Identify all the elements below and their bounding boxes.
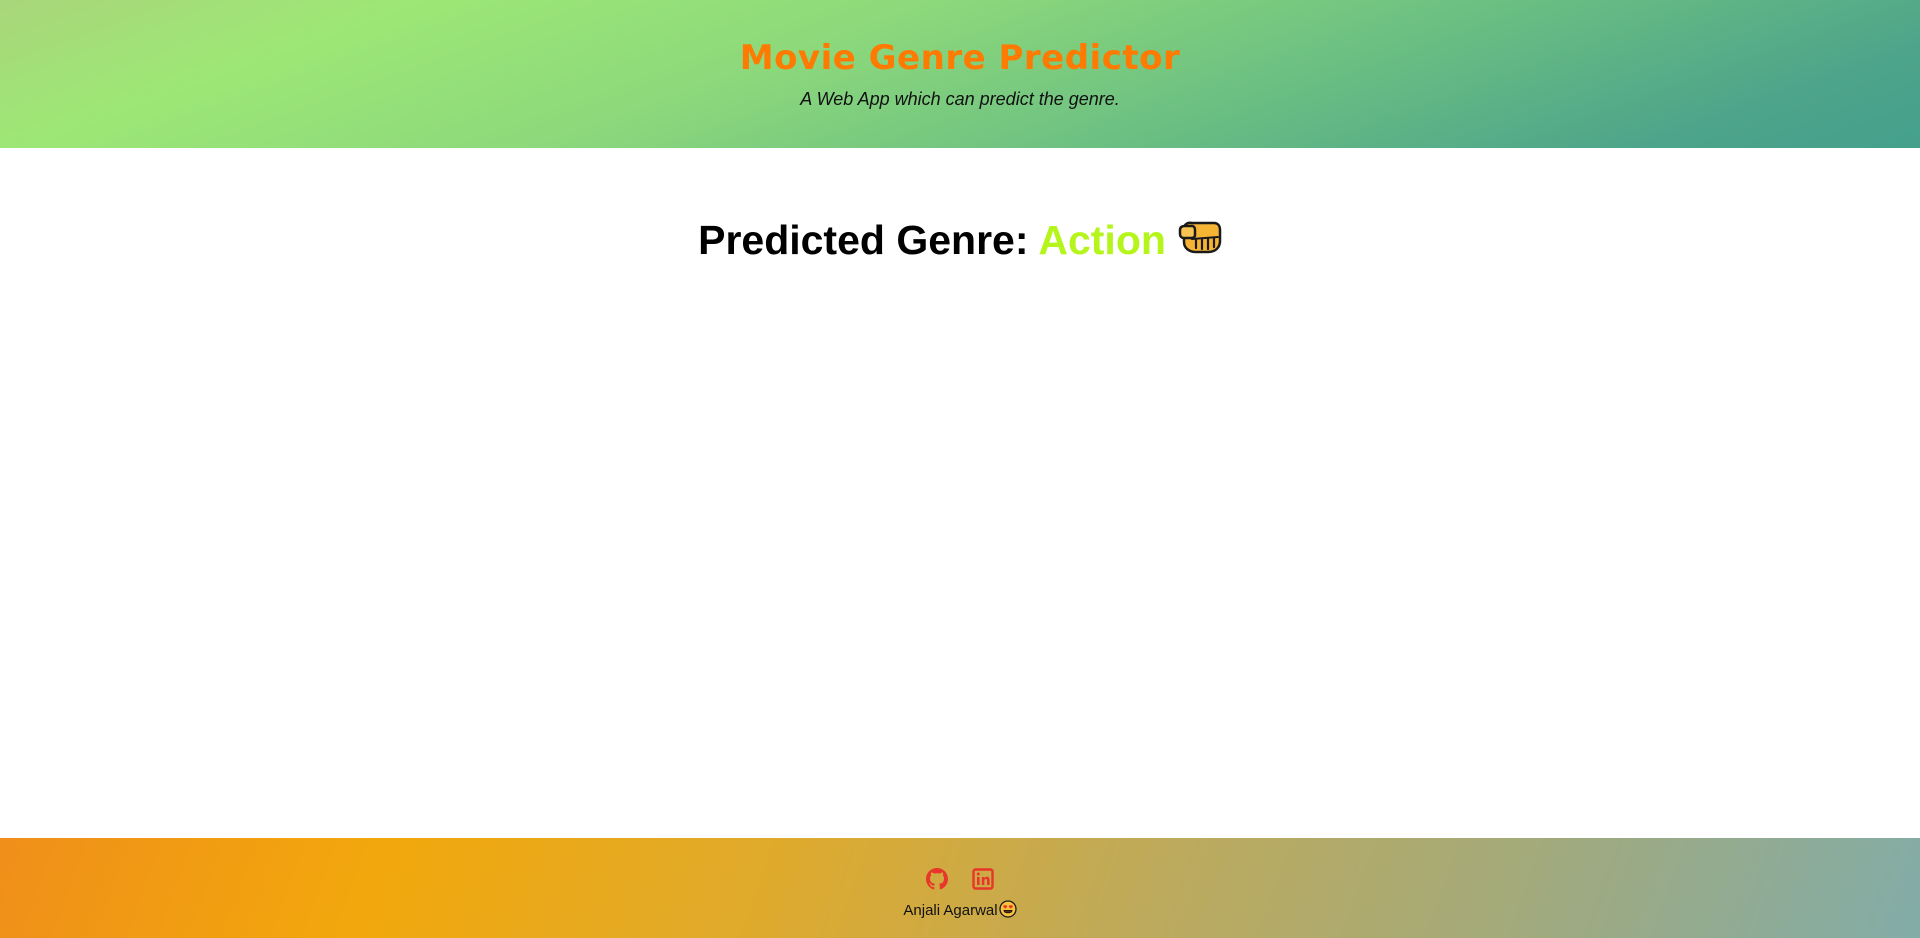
site-subtitle: A Web App which can predict the genre. — [800, 89, 1120, 109]
prediction-label: Predicted Genre: — [698, 217, 1029, 263]
social-links — [0, 868, 1920, 892]
predicted-genre: Action — [1038, 217, 1166, 263]
footer-credit: Anjali Agarwal — [0, 900, 1920, 923]
main-content: Predicted Genre: Action — [0, 148, 1920, 838]
github-link[interactable] — [925, 868, 948, 890]
site-title: Movie Genre Predictor — [739, 38, 1181, 78]
github-icon — [925, 868, 948, 894]
linkedin-icon — [972, 868, 994, 894]
page: Movie Genre Predictor A Web App which ca… — [0, 0, 1920, 938]
linkedin-link[interactable] — [972, 868, 994, 890]
smiling-face-with-heart-eyes-icon — [998, 900, 1017, 923]
site-footer: Anjali Agarwal — [0, 838, 1920, 938]
site-header: Movie Genre Predictor A Web App which ca… — [0, 0, 1920, 148]
prediction-result: Predicted Genre: Action — [0, 216, 1920, 268]
oncoming-fist-icon — [1178, 215, 1222, 265]
author-name: Anjali Agarwal — [903, 902, 998, 919]
